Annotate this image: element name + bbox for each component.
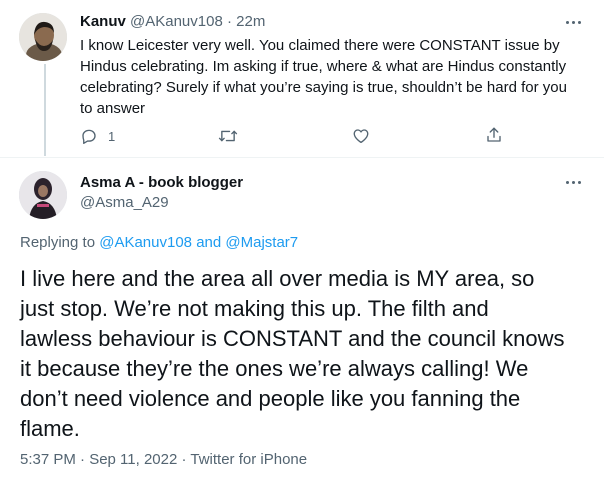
main-text-line: I live here and the area all over media … (20, 266, 535, 291)
reply-text-line: I know Leicester very well. You claimed … (80, 37, 560, 54)
share-icon (485, 126, 503, 144)
reply-text-line: celebrating? Surely if what you’re sayin… (80, 79, 567, 96)
reply-text-line: to answer (80, 100, 146, 117)
main-text-line: it because they’re the ones we’re always… (20, 356, 529, 381)
avatar-kanuv[interactable] (19, 13, 67, 61)
more-horizontal-icon[interactable] (566, 15, 588, 29)
like-button[interactable] (352, 127, 370, 145)
main-display-name[interactable]: Asma A - book blogger (80, 173, 243, 193)
retweet-button[interactable] (218, 127, 238, 145)
reply-tweet-text: I know Leicester very well. You claimed … (80, 35, 595, 119)
reply-tweet-header: Kanuv @AKanuv108 · 22m (80, 12, 265, 32)
replying-to-user-link[interactable]: @Majstar7 (225, 234, 298, 251)
main-text-line: just stop. We’re not making this up. The… (20, 296, 489, 321)
main-text-line: lawless behaviour is CONSTANT and the co… (20, 326, 565, 351)
tweet-timestamp[interactable]: 5:37 PM · Sep 11, 2022 · Twitter for iPh… (20, 450, 307, 470)
replying-to: Replying to @AKanuv108 and @Majstar7 (20, 233, 298, 253)
reply-separator: · (226, 13, 232, 30)
replying-to-prefix: Replying to (20, 234, 96, 251)
reply-icon (80, 127, 98, 145)
share-button[interactable] (485, 126, 503, 144)
reply-time[interactable]: 22m (236, 13, 265, 30)
main-text-line: don’t need violence and people like you … (20, 386, 521, 411)
main-handle[interactable]: @Asma_A29 (80, 193, 169, 213)
retweet-icon (218, 127, 238, 145)
reply-display-name[interactable]: Kanuv (80, 13, 126, 30)
reply-button[interactable]: 1 (80, 127, 115, 145)
replying-to-user-link[interactable]: @AKanuv108 (99, 234, 192, 251)
like-icon (352, 127, 370, 145)
replying-to-and: and (196, 234, 222, 251)
more-horizontal-icon[interactable] (566, 175, 588, 189)
main-tweet-text: I live here and the area all over media … (20, 264, 600, 444)
tweet-divider (0, 157, 604, 158)
reply-text-line: Hindus celebrating. Im asking if true, w… (80, 58, 567, 75)
main-text-line: flame. (20, 416, 80, 441)
thread-line (44, 64, 46, 156)
avatar-asma[interactable] (19, 171, 67, 219)
reply-handle[interactable]: @AKanuv108 (130, 13, 223, 30)
reply-count: 1 (108, 128, 116, 144)
